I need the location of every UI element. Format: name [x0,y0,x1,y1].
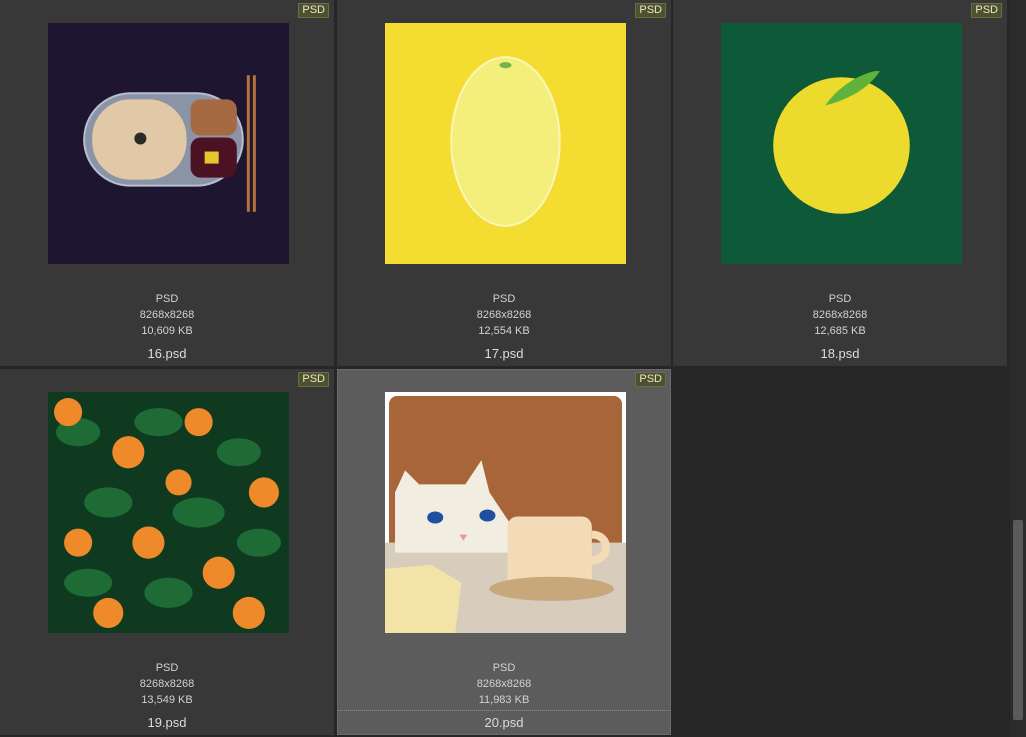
file-dimensions: 8268x8268 [476,309,532,321]
thumbnail-item-20[interactable]: PSD PSD 8268x8268 11,983 KB 20.psd [337,369,671,735]
thumbnail-item-18[interactable]: PSD PSD 8268x8268 12,685 KB 18.psd [673,0,1007,366]
file-name: 17.psd [484,346,524,361]
file-meta: PSD 8268x8268 11,983 KB [337,660,671,708]
file-type-badge: PSD [635,3,666,18]
file-type-badge: PSD [298,3,329,18]
file-name: 16.psd [147,346,187,361]
file-size: 11,983 KB [478,694,530,706]
file-type-badge: PSD [971,3,1002,18]
thumbnail-image [385,392,626,633]
file-name: 20.psd [484,715,524,730]
file-dimensions: 8268x8268 [139,678,195,690]
file-format: PSD [155,662,179,674]
file-type-badge: PSD [298,372,329,387]
file-format: PSD [492,662,516,674]
file-dimensions: 8268x8268 [812,309,868,321]
file-format: PSD [492,293,516,305]
vertical-scrollbar[interactable] [1010,0,1026,737]
thumbnail-item-19[interactable]: PSD PSD 8268x8268 13,549 KB 19.psd [0,369,334,735]
file-dimensions: 8268x8268 [476,678,532,690]
file-name: 18.psd [820,346,860,361]
file-dimensions: 8268x8268 [139,309,195,321]
thumbnail-item-17[interactable]: PSD PSD 8268x8268 12,554 KB 17.psd [337,0,671,366]
selection-divider [337,710,671,711]
thumbnail-grid: PSD PSD 8268x8268 10,609 KB 16.psd PSD P… [0,0,1010,737]
scrollbar-thumb[interactable] [1013,520,1023,720]
file-format: PSD [828,293,852,305]
file-meta: PSD 8268x8268 12,554 KB [337,291,671,339]
thumbnail-image [48,23,289,264]
file-size: 12,554 KB [478,325,530,337]
file-meta: PSD 8268x8268 10,609 KB [0,291,334,339]
thumbnail-image [48,392,289,633]
file-meta: PSD 8268x8268 13,549 KB [0,660,334,708]
thumbnail-item-16[interactable]: PSD PSD 8268x8268 10,609 KB 16.psd [0,0,334,366]
file-size: 10,609 KB [141,325,193,337]
thumbnail-image [385,23,626,264]
file-meta: PSD 8268x8268 12,685 KB [673,291,1007,339]
file-format: PSD [155,293,179,305]
file-size: 12,685 KB [814,325,866,337]
thumbnail-image [721,23,962,264]
file-size: 13,549 KB [141,694,193,706]
file-name: 19.psd [147,715,187,730]
file-type-badge: PSD [635,372,666,387]
